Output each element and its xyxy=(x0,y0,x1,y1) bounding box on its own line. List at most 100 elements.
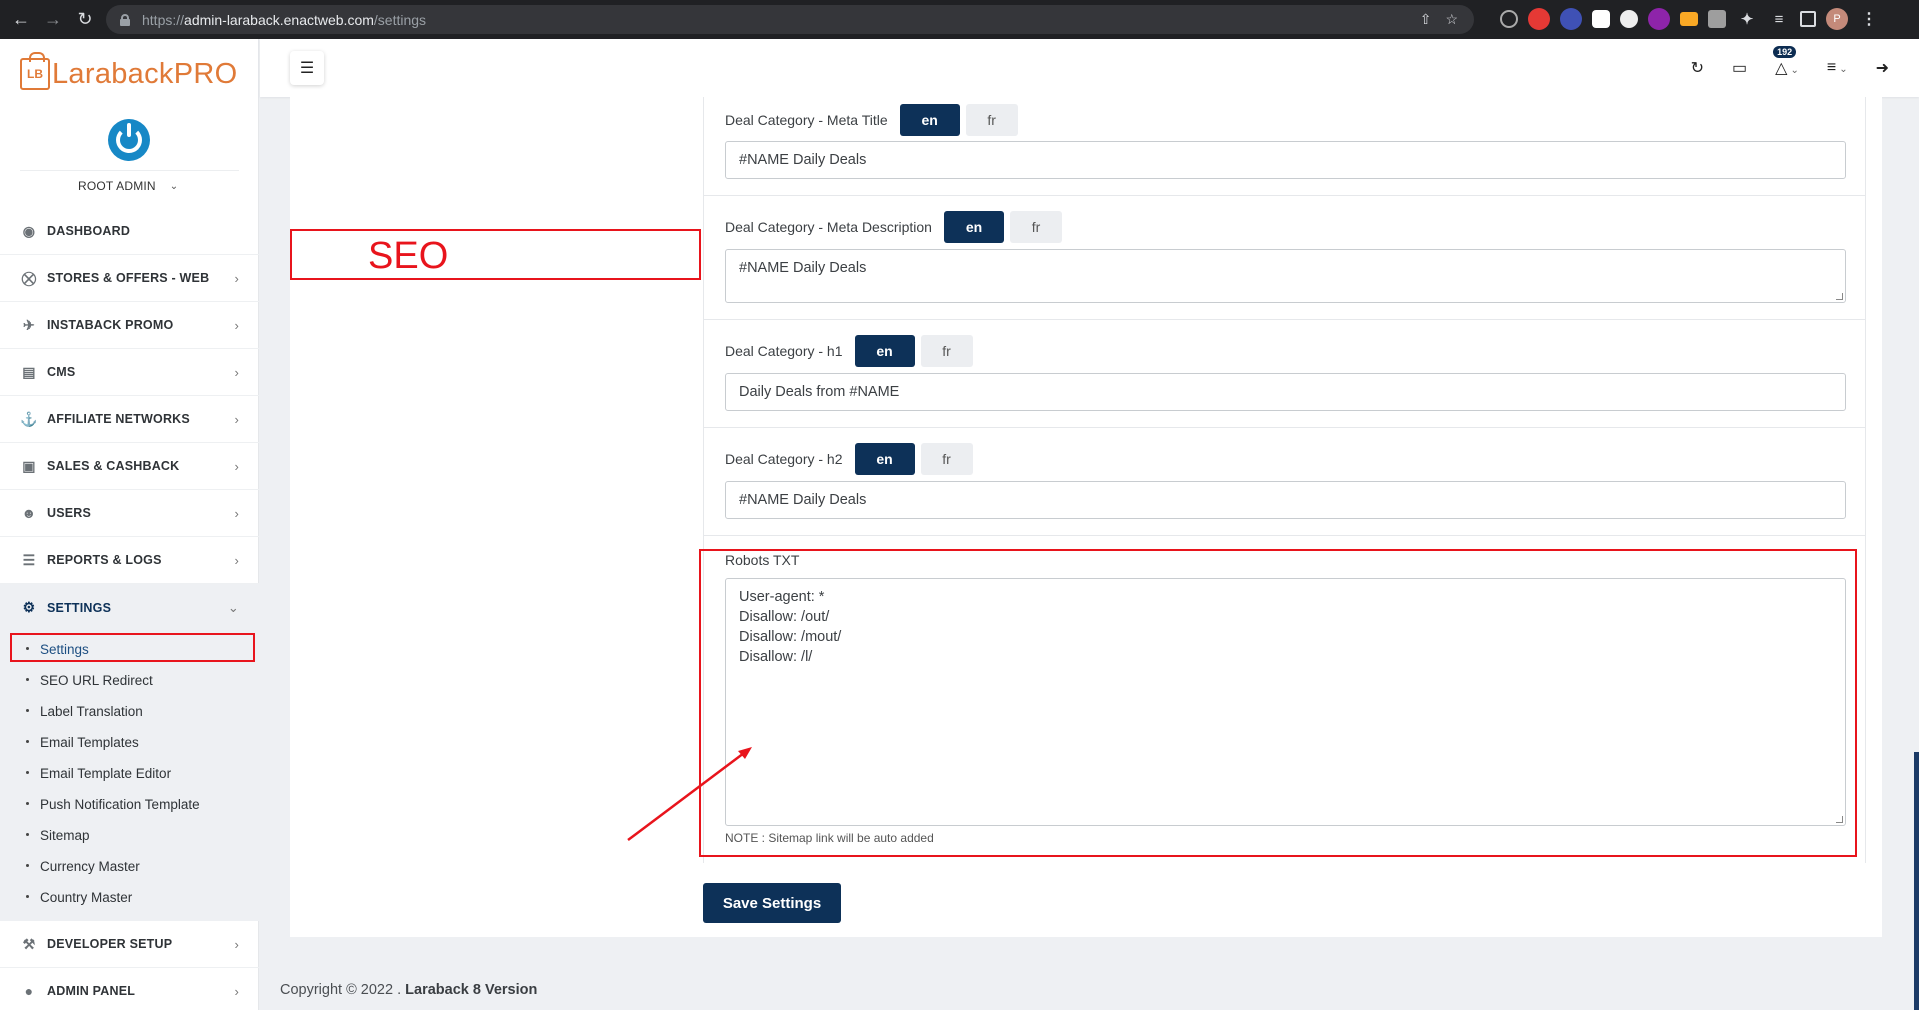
resize-handle[interactable] xyxy=(1836,293,1843,300)
admin-icon: ● xyxy=(24,983,34,999)
chevron-right-icon: › xyxy=(234,983,239,999)
sidebar-item-reports-logs[interactable]: ☰ REPORTS & LOGS › xyxy=(0,537,259,584)
extension-blue-icon[interactable] xyxy=(1560,8,1582,30)
logo-bag-icon: LB xyxy=(20,52,50,90)
bell-icon: △ xyxy=(1775,60,1788,77)
submenu-item-email-templates[interactable]: Email Templates xyxy=(0,727,259,758)
submenu-item-country-master[interactable]: Country Master xyxy=(0,882,259,913)
extension-image-icon[interactable] xyxy=(1708,10,1726,28)
meta-desc-lang-fr-button[interactable]: fr xyxy=(1009,211,1062,243)
extension-circle-icon[interactable] xyxy=(1620,10,1638,28)
logo-text: LarabackPRO xyxy=(52,57,238,90)
chevron-right-icon: › xyxy=(234,936,239,952)
h2-lang-fr-button[interactable]: fr xyxy=(920,443,973,475)
gears-icon: ⚙ xyxy=(22,599,36,615)
chevron-right-icon: › xyxy=(234,411,239,427)
top-header: ☰ ↻ ▭ 192 △ ⌄ ≡ ⌄ ➜ xyxy=(260,39,1919,97)
save-settings-button[interactable]: Save Settings xyxy=(703,883,841,923)
sidebar-item-stores-offers[interactable]: ⛒ STORES & OFFERS - WEB › xyxy=(0,255,259,302)
meta-title-input[interactable]: #NAME Daily Deals xyxy=(725,141,1846,179)
meta-desc-value: #NAME Daily Deals xyxy=(739,260,867,276)
h2-label-row: Deal Category - h2 en fr xyxy=(725,443,973,475)
sidebar-item-sales-cashback[interactable]: ▣ SALES & CASHBACK › xyxy=(0,443,259,490)
side-panel-icon[interactable] xyxy=(1800,11,1816,27)
dashboard-icon: ◉ xyxy=(22,222,36,239)
logout-icon[interactable]: ➜ xyxy=(1876,58,1889,78)
refresh-icon[interactable]: ↻ xyxy=(1691,58,1704,78)
h2-lang-en-button[interactable]: en xyxy=(854,443,915,475)
sidebar-item-admin-panel[interactable]: ● ADMIN PANEL › xyxy=(0,968,259,1010)
power-icon[interactable] xyxy=(108,119,150,161)
meta-title-lang-en-button[interactable]: en xyxy=(899,104,960,136)
sidebar-item-affiliate-networks[interactable]: ⚓ AFFILIATE NETWORKS › xyxy=(0,396,259,443)
sidebar-item-settings[interactable]: ⚙ SETTINGS ⌄ xyxy=(0,584,259,631)
chevron-down-icon: ⌄ xyxy=(1839,64,1848,75)
extension-shield-icon[interactable] xyxy=(1592,10,1610,28)
divider xyxy=(703,535,1865,536)
divider xyxy=(20,170,239,171)
sidebar-item-developer-setup[interactable]: ⚒ DEVELOPER SETUP › xyxy=(0,921,259,968)
user-menu[interactable]: ROOT ADMIN ⌄ xyxy=(78,179,178,193)
meta-title-label: Deal Category - Meta Title xyxy=(725,112,888,128)
divider xyxy=(703,195,1865,196)
annotation-box-seo: SEO xyxy=(290,229,701,280)
extension-compass-icon[interactable] xyxy=(1500,10,1518,28)
submenu-item-label-translation[interactable]: Label Translation xyxy=(0,696,259,727)
browser-toolbar: ← → ↻ https://admin-laraback.enactweb.co… xyxy=(0,0,1919,39)
puzzle-icon[interactable]: ✦ xyxy=(1736,8,1758,30)
money-icon: ▣ xyxy=(22,457,36,474)
footer-version: Laraback 8 Version xyxy=(405,982,538,998)
h2-label: Deal Category - h2 xyxy=(725,451,843,467)
h1-lang-fr-button[interactable]: fr xyxy=(920,335,973,367)
plane-icon: ✈ xyxy=(23,316,35,333)
back-arrow-icon[interactable]: ← xyxy=(10,9,32,31)
sidebar-item-cms[interactable]: ▤ CMS › xyxy=(0,349,259,396)
browser-menu-icon[interactable]: ⋮ xyxy=(1858,8,1880,30)
bookmark-star-icon[interactable]: ☆ xyxy=(1445,11,1458,28)
sidebar-menu: ◉ DASHBOARD ⛒ STORES & OFFERS - WEB › ✈ … xyxy=(0,208,259,1010)
address-bar[interactable]: https://admin-laraback.enactweb.com/sett… xyxy=(106,5,1474,34)
profile-avatar[interactable]: P xyxy=(1826,8,1848,30)
annotation-seo-label: SEO xyxy=(368,235,449,277)
page-scrollbar[interactable] xyxy=(1914,752,1919,1010)
forward-arrow-icon[interactable]: → xyxy=(42,9,64,31)
h1-lang-en-button[interactable]: en xyxy=(854,335,915,367)
meta-desc-label: Deal Category - Meta Description xyxy=(725,219,932,235)
list-icon: ☰ xyxy=(22,551,36,568)
meta-title-lang-fr-button[interactable]: fr xyxy=(965,104,1018,136)
settings-sliders-button[interactable]: ≡ ⌄ xyxy=(1827,59,1848,77)
notifications-button[interactable]: 192 △ ⌄ xyxy=(1773,46,1799,78)
chevron-right-icon: › xyxy=(234,505,239,521)
logo[interactable]: LB LarabackPRO xyxy=(20,51,237,97)
users-icon: ☻ xyxy=(21,505,37,521)
media-list-icon[interactable]: ≡ xyxy=(1768,8,1790,30)
sidebar: LB LarabackPRO ROOT ADMIN ⌄ ◉ DASHBOARD … xyxy=(0,39,259,1010)
extension-purple-icon[interactable] xyxy=(1648,8,1670,30)
anchor-icon: ⚓ xyxy=(20,410,38,427)
submenu-item-email-template-editor[interactable]: Email Template Editor xyxy=(0,758,259,789)
h1-input[interactable]: Daily Deals from #NAME xyxy=(725,373,1846,411)
share-icon[interactable]: ⇧ xyxy=(1420,11,1432,28)
submenu-item-push-notification-template[interactable]: Push Notification Template xyxy=(0,789,259,820)
meta-desc-lang-en-button[interactable]: en xyxy=(943,211,1004,243)
submenu-item-sitemap[interactable]: Sitemap xyxy=(0,820,259,851)
submenu-item-seo-url-redirect[interactable]: SEO URL Redirect xyxy=(0,665,259,696)
sidebar-item-instaback-promo[interactable]: ✈ INSTABACK PROMO › xyxy=(0,302,259,349)
annotation-arrow-icon xyxy=(627,747,752,841)
footer-copyright: Copyright © 2022 . xyxy=(280,982,402,998)
meta-desc-textarea[interactable]: #NAME Daily Deals xyxy=(725,249,1846,303)
reload-icon[interactable]: ↻ xyxy=(74,9,96,31)
hamburger-menu-icon[interactable]: ☰ xyxy=(290,51,324,85)
extension-bars-icon[interactable] xyxy=(1680,12,1698,26)
extension-red-icon[interactable] xyxy=(1528,8,1550,30)
submenu-item-currency-master[interactable]: Currency Master xyxy=(0,851,259,882)
meta-desc-label-row: Deal Category - Meta Description en fr xyxy=(725,211,1062,243)
h2-input[interactable]: #NAME Daily Deals xyxy=(725,481,1846,519)
sliders-icon: ≡ xyxy=(1826,59,1837,76)
chevron-right-icon: › xyxy=(234,458,239,474)
monitor-icon[interactable]: ▭ xyxy=(1732,58,1747,78)
chevron-right-icon: › xyxy=(234,552,239,568)
sidebar-item-users[interactable]: ☻ USERS › xyxy=(0,490,259,537)
sidebar-item-dashboard[interactable]: ◉ DASHBOARD xyxy=(0,208,259,255)
url-path: /settings xyxy=(373,11,427,28)
